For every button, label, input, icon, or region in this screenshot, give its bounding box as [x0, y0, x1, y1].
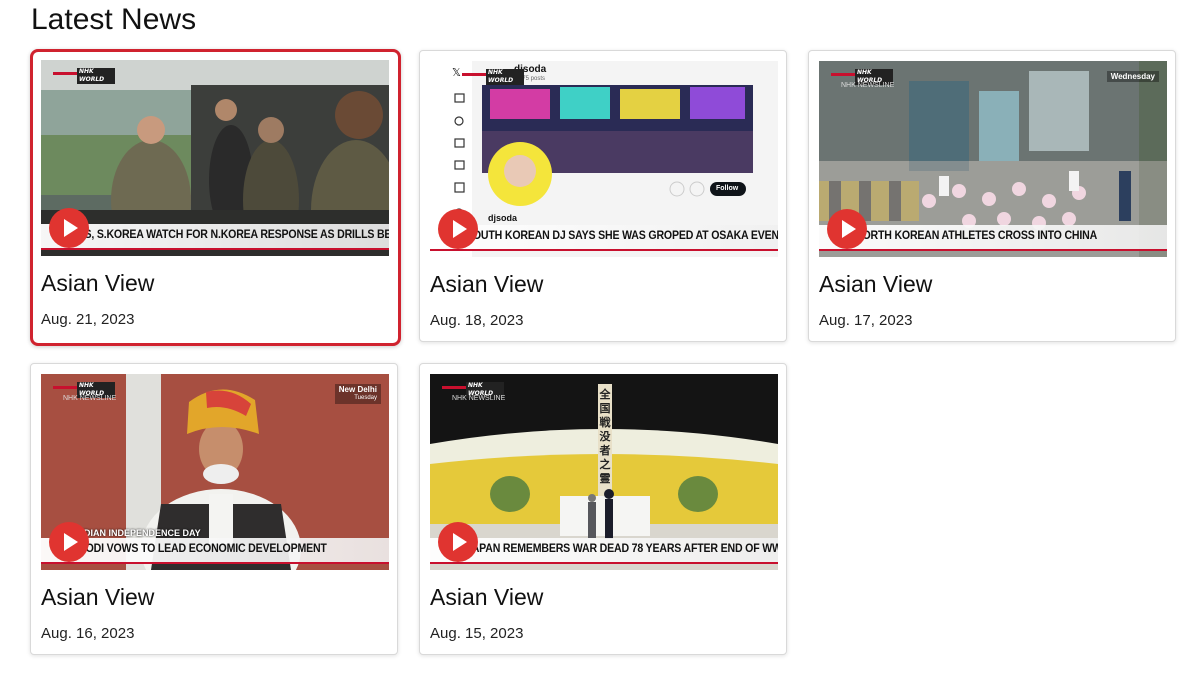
play-icon[interactable]: [438, 522, 478, 562]
page-title: Latest News: [31, 3, 197, 36]
card-date: Aug. 15, 2023: [430, 625, 524, 642]
thumbnail-headline-banner: NORTH KOREAN ATHLETES CROSS INTO CHINA: [819, 225, 1167, 251]
play-icon[interactable]: [438, 209, 478, 249]
thumbnail-headline-banner: US, S.KOREA WATCH FOR N.KOREA RESPONSE A…: [41, 224, 389, 250]
card-date: Aug. 16, 2023: [41, 625, 135, 642]
thumbnail-headline-banner: SOUTH KOREAN DJ SAYS SHE WAS GROPED AT O…: [430, 225, 778, 251]
location-label: Wednesday: [1106, 71, 1159, 82]
newsline-label: NHK NEWSLINE: [841, 82, 895, 89]
play-icon[interactable]: [827, 209, 867, 249]
nhk-world-logo: NHK WORLD: [831, 69, 893, 85]
video-thumbnail[interactable]: 全国戦没者之霊 NHK WORLD NHK NEWSLINE JAPAN REM…: [430, 374, 778, 570]
memorial-banner-text: 全国戦没者之霊: [599, 388, 611, 485]
thumbnail-headline-banner: JAPAN REMEMBERS WAR DEAD 78 YEARS AFTER …: [430, 538, 778, 564]
card-date: Aug. 21, 2023: [41, 311, 135, 328]
news-card-1[interactable]: NHK WORLD US, S.KOREA WATCH FOR N.KOREA …: [30, 49, 401, 346]
news-card-5[interactable]: 全国戦没者之霊 NHK WORLD NHK NEWSLINE JAPAN REM…: [419, 363, 787, 655]
location-label: New Delhi Tuesday: [334, 384, 381, 404]
svg-text:𝕏: 𝕏: [452, 66, 461, 79]
news-card-4[interactable]: NHK WORLD NHK NEWSLINE New Delhi Tuesday …: [30, 363, 398, 655]
card-title[interactable]: Asian View: [819, 271, 932, 298]
card-title[interactable]: Asian View: [430, 271, 543, 298]
card-date: Aug. 17, 2023: [819, 312, 913, 329]
nhk-world-logo: NHK WORLD: [53, 382, 115, 398]
profile-handle: djsoda: [488, 213, 518, 223]
card-title[interactable]: Asian View: [41, 270, 154, 297]
video-thumbnail[interactable]: NHK WORLD NHK NEWSLINE New Delhi Tuesday …: [41, 374, 389, 570]
card-title[interactable]: Asian View: [41, 584, 154, 611]
video-thumbnail[interactable]: NHK WORLD US, S.KOREA WATCH FOR N.KOREA …: [41, 60, 389, 256]
nhk-world-logo: NHK WORLD: [53, 68, 115, 84]
newsline-label: NHK NEWSLINE: [63, 395, 117, 402]
play-icon[interactable]: [49, 522, 89, 562]
card-date: Aug. 18, 2023: [430, 312, 524, 329]
video-thumbnail[interactable]: 𝕏 djsoda 2,475 posts Follow djsoda NHK W…: [430, 61, 778, 257]
follow-button: Follow: [716, 185, 739, 192]
news-card-2[interactable]: 𝕏 djsoda 2,475 posts Follow djsoda NHK W…: [419, 50, 787, 342]
card-title[interactable]: Asian View: [430, 584, 543, 611]
video-thumbnail[interactable]: NHK WORLD NHK NEWSLINE Wednesday NORTH K…: [819, 61, 1167, 257]
thumbnail-headline-banner: MODI VOWS TO LEAD ECONOMIC DEVELOPMENT: [41, 538, 389, 564]
nhk-world-logo: NHK WORLD: [442, 382, 504, 398]
headline-kicker: INDIAN INDEPENDENCE DAY: [75, 528, 201, 538]
newsline-label: NHK NEWSLINE: [452, 395, 506, 402]
nhk-world-logo: NHK WORLD: [462, 69, 524, 85]
play-icon[interactable]: [49, 208, 89, 248]
news-card-3[interactable]: NHK WORLD NHK NEWSLINE Wednesday NORTH K…: [808, 50, 1176, 342]
